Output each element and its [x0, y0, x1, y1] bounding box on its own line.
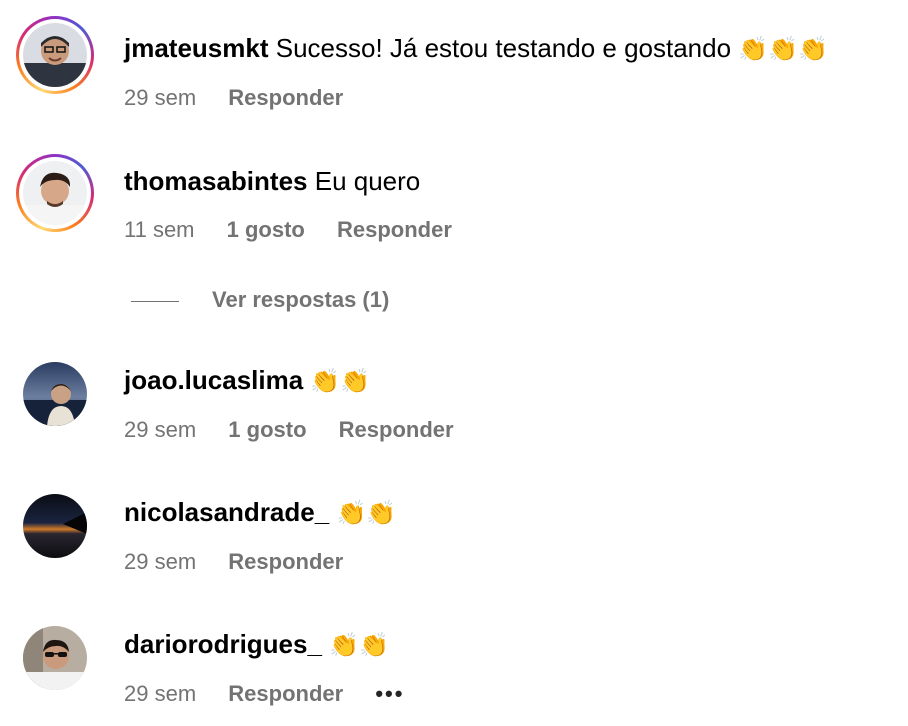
replies-divider	[131, 300, 179, 302]
username-link[interactable]: dariorodrigues_	[124, 629, 322, 659]
reply-button[interactable]: Responder	[228, 549, 343, 574]
reply-button[interactable]: Responder	[228, 85, 343, 110]
avatar-image	[23, 23, 87, 87]
comment-meta: 29 sem 1 gosto Responder	[124, 416, 480, 444]
clapping-emoji: 👏👏	[310, 368, 371, 395]
timestamp[interactable]: 29 sem	[124, 549, 196, 574]
more-options-icon[interactable]: •••	[375, 681, 404, 706]
clapping-emoji: 👏👏	[336, 500, 397, 527]
timestamp[interactable]: 29 sem	[124, 85, 196, 110]
avatar[interactable]	[23, 161, 87, 225]
story-ring[interactable]	[16, 16, 94, 94]
likes-count[interactable]: 1 gosto	[227, 217, 305, 242]
comment-meta: 11 sem 1 gosto Responder	[124, 216, 478, 244]
likes-count[interactable]: 1 gosto	[228, 417, 306, 442]
story-ring[interactable]	[16, 154, 94, 232]
username-link[interactable]: thomasabintes	[124, 166, 308, 196]
comment-line: dariorodrigues_ 👏👏	[124, 628, 389, 662]
comment-meta: 29 sem Responder	[124, 548, 369, 576]
avatar-image	[23, 494, 87, 558]
reply-button[interactable]: Responder	[228, 681, 343, 706]
avatar-image	[23, 626, 87, 690]
timestamp[interactable]: 29 sem	[124, 417, 196, 442]
timestamp[interactable]: 11 sem	[124, 217, 195, 242]
comment-meta: 29 sem Responder •••	[124, 680, 430, 708]
view-replies-label: Ver respostas (1)	[212, 287, 390, 312]
avatar-image	[23, 161, 87, 225]
username-link[interactable]: joao.lucaslima	[124, 365, 303, 395]
avatar[interactable]	[23, 23, 87, 87]
username-link[interactable]: jmateusmkt	[124, 33, 269, 63]
reply-button[interactable]: Responder	[339, 417, 454, 442]
avatar[interactable]	[23, 626, 87, 690]
timestamp[interactable]: 29 sem	[124, 681, 196, 706]
username-link[interactable]: nicolasandrade_	[124, 497, 329, 527]
avatar-image	[23, 362, 87, 426]
comment-line: nicolasandrade_ 👏👏	[124, 496, 396, 530]
avatar[interactable]	[23, 494, 87, 558]
comment-line: thomasabintes Eu quero	[124, 165, 420, 197]
clapping-emoji: 👏👏	[329, 632, 389, 659]
comment-meta: 29 sem Responder	[124, 84, 369, 112]
comment-text: Sucesso! Já estou testando e gostando	[275, 33, 732, 63]
comment-line: joao.lucaslima 👏👏	[124, 364, 370, 398]
comment-text: Eu quero	[314, 166, 421, 196]
reply-button[interactable]: Responder	[337, 217, 452, 242]
avatar[interactable]	[23, 362, 87, 426]
comment-line: jmateusmkt Sucesso! Já estou testando e …	[124, 32, 828, 66]
clapping-emoji: 👏👏👏	[738, 36, 828, 63]
view-replies-button[interactable]: Ver respostas (1)	[131, 286, 389, 314]
